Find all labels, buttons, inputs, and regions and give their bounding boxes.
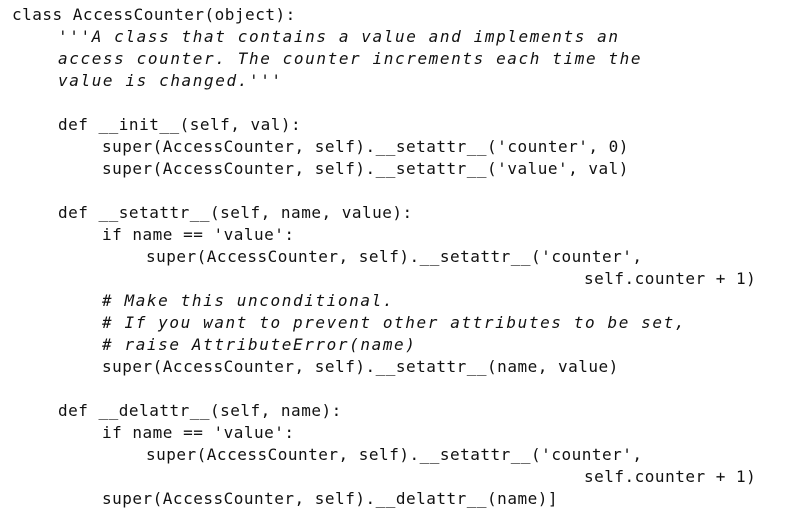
code-line: super(AccessCounter, self).__delattr__(n… xyxy=(102,489,558,508)
init-method-signature: def __init__(self, val): xyxy=(58,115,302,134)
code-line: super(AccessCounter, self).__setattr__('… xyxy=(102,159,629,178)
comment-line: # raise AttributeError(name) xyxy=(102,335,417,354)
code-listing: class AccessCounter(object): '''A class … xyxy=(0,0,798,528)
code-line: if name == 'value': xyxy=(102,225,295,244)
docstring-line: access counter. The counter increments e… xyxy=(58,49,643,68)
docstring-line: value is changed.''' xyxy=(58,71,283,90)
class-declaration-line: class AccessCounter(object): xyxy=(12,5,296,24)
comment-line: # If you want to prevent other attribute… xyxy=(102,313,687,332)
code-line: super(AccessCounter, self).__setattr__('… xyxy=(146,247,643,266)
code-line: self.counter + 1) xyxy=(584,269,757,288)
code-line: self.counter + 1) xyxy=(584,467,757,486)
code-line: super(AccessCounter, self).__setattr__('… xyxy=(102,137,629,156)
code-line: super(AccessCounter, self).__setattr__('… xyxy=(146,445,643,464)
code-line: super(AccessCounter, self).__setattr__(n… xyxy=(102,357,619,376)
comment-line: # Make this unconditional. xyxy=(102,291,395,310)
code-line: if name == 'value': xyxy=(102,423,295,442)
setattr-method-signature: def __setattr__(self, name, value): xyxy=(58,203,413,222)
docstring-line: '''A class that contains a value and imp… xyxy=(58,27,620,46)
delattr-method-signature: def __delattr__(self, name): xyxy=(58,401,342,420)
